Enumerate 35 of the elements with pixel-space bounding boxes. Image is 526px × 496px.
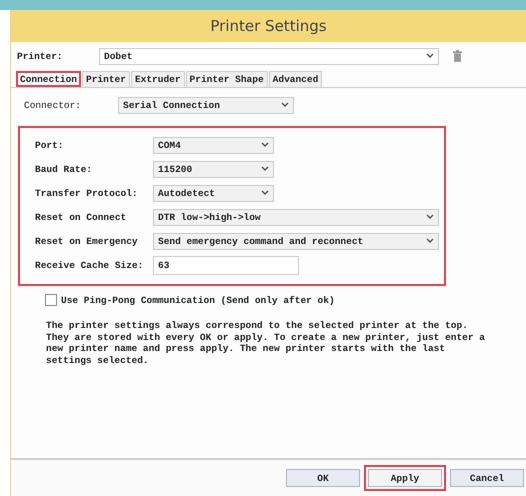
info-paragraph: The printer settings always correspond to the selected printer at the top. They are stored with every OK or apply. To create a new printer, just enter a new printer name and press apply. The new printer starts with the last settings selected. <box>46 320 486 366</box>
window-title: Printer Settings <box>11 10 526 42</box>
field-label: Transfer Protocol: <box>35 188 139 198</box>
checkbox[interactable] <box>45 294 57 306</box>
chevron-down-icon <box>261 190 269 196</box>
checkbox-label: Use Ping-Pong Communication (Send only after ok) <box>61 294 335 306</box>
tab[interactable]: Advanced <box>268 71 322 87</box>
chevron-down-icon <box>281 102 289 108</box>
tab[interactable]: Connection <box>16 71 82 87</box>
dropdown[interactable]: Autodetect <box>153 184 274 202</box>
chevron-down-icon <box>261 142 269 148</box>
trash-icon[interactable] <box>453 50 462 62</box>
printer-label: Printer: <box>17 50 64 62</box>
field-label: Baud Rate: <box>35 164 94 174</box>
tab[interactable]: Printer <box>82 71 130 87</box>
dropdown[interactable]: DTR low->high->low <box>153 208 439 226</box>
dropdown[interactable]: 115200 <box>153 160 274 178</box>
dialog-button[interactable]: Cancel <box>450 469 524 487</box>
field-label: Reset on Emergency <box>35 236 139 246</box>
tab[interactable]: Printer Shape <box>186 71 268 87</box>
chevron-down-icon <box>261 166 269 172</box>
field-label: Port: <box>35 140 65 150</box>
connector-dropdown[interactable]: Serial Connection <box>118 96 294 114</box>
connector-label: Connector: <box>24 100 82 110</box>
printer-dropdown[interactable]: Dobet <box>99 48 439 64</box>
dialog-button[interactable]: OK <box>286 469 360 487</box>
dropdown[interactable]: Send emergency command and reconnect <box>153 232 439 250</box>
field-label: Reset on Connect <box>35 212 128 222</box>
chevron-down-icon <box>426 53 434 59</box>
chevron-down-icon <box>426 214 434 220</box>
dropdown[interactable]: COM4 <box>153 136 274 154</box>
field-label: Receive Cache Size: <box>35 260 144 270</box>
chevron-down-icon <box>426 238 434 244</box>
input-field[interactable]: 63 <box>153 256 299 274</box>
tab[interactable]: Extruder <box>130 71 185 87</box>
